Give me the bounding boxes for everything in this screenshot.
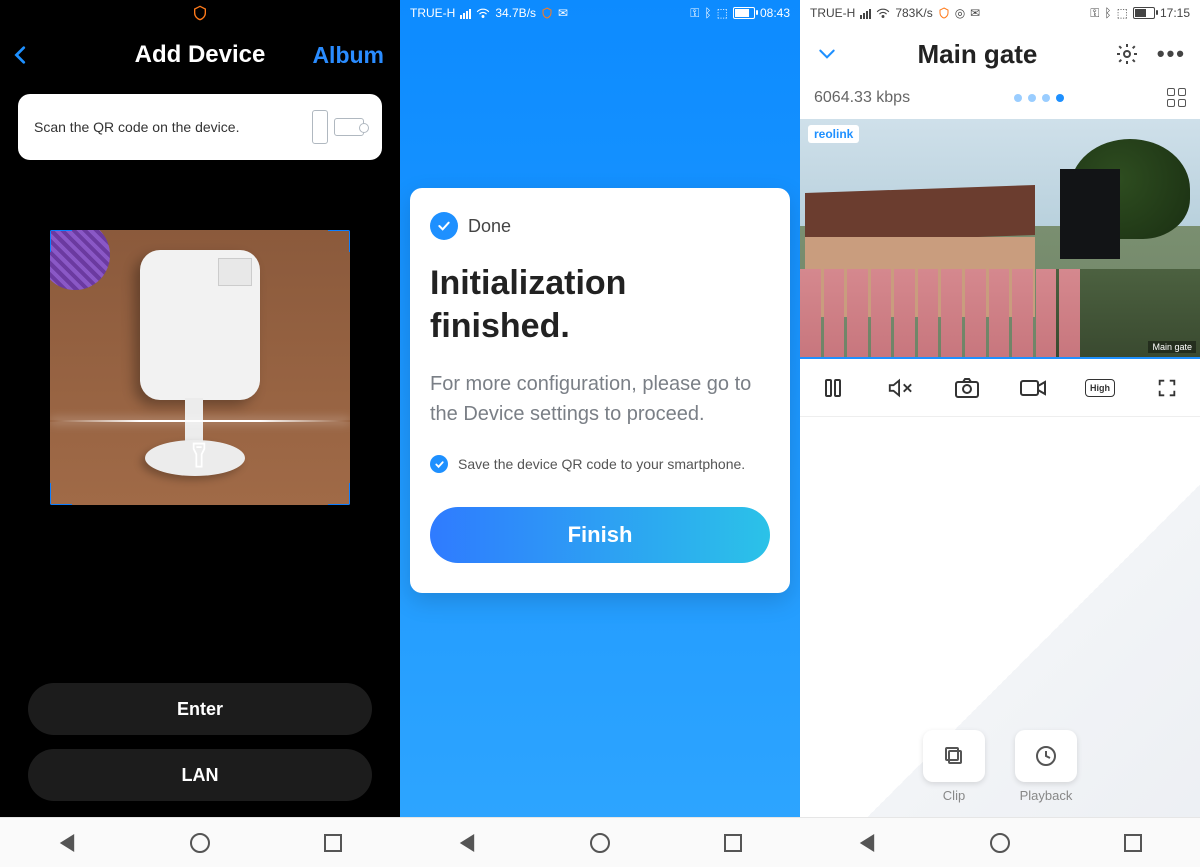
screen-add-device: Add Device Album Scan the QR code on the… bbox=[0, 0, 400, 867]
back-button[interactable] bbox=[814, 44, 840, 64]
nav-recent-button[interactable] bbox=[1103, 826, 1163, 860]
notif-icon: ✉ bbox=[558, 6, 568, 20]
battery-icon bbox=[1133, 7, 1155, 19]
flashlight-icon[interactable] bbox=[188, 440, 210, 472]
back-button[interactable] bbox=[10, 44, 32, 66]
status-bar: TRUE-H 34.7B/s ✉ ⚿ ᛒ ⬚ 08:43 bbox=[400, 0, 800, 26]
enter-button[interactable]: Enter bbox=[28, 683, 372, 735]
wifi-icon bbox=[476, 7, 490, 19]
clip-button[interactable] bbox=[923, 730, 985, 782]
data-rate: 34.7B/s bbox=[495, 6, 536, 20]
nav-home-button[interactable] bbox=[170, 826, 230, 860]
carrier-label: TRUE-H bbox=[810, 6, 855, 20]
notif-icon-2: ✉ bbox=[970, 6, 980, 20]
album-link[interactable]: Album bbox=[312, 42, 384, 69]
playback-button[interactable] bbox=[1015, 730, 1077, 782]
clock: 08:43 bbox=[760, 6, 790, 20]
nav-back-button[interactable] bbox=[437, 826, 497, 860]
notif-icon: ◎ bbox=[955, 6, 965, 20]
workspace-area: Clip Playback bbox=[800, 417, 1200, 867]
nav-back-button[interactable] bbox=[837, 826, 897, 860]
playback-label: Playback bbox=[1020, 788, 1073, 803]
signal-icon bbox=[460, 7, 471, 19]
video-toolbar: High bbox=[800, 359, 1200, 417]
nav-home-button[interactable] bbox=[570, 826, 630, 860]
android-nav-bar bbox=[800, 817, 1200, 867]
key-icon: ⚿ bbox=[690, 6, 699, 21]
page-dots bbox=[1014, 94, 1064, 102]
mute-button[interactable] bbox=[885, 373, 915, 403]
info-row: 6064.33 kbps bbox=[800, 82, 1200, 119]
status-bar: TRUE-H 783K/s ◎ ✉ ⚿ ᛒ ⬚ 17:15 bbox=[800, 0, 1200, 26]
more-button[interactable]: ••• bbox=[1157, 41, 1186, 67]
page-title: Add Device bbox=[135, 41, 266, 69]
shield-icon bbox=[192, 5, 208, 21]
fullscreen-button[interactable] bbox=[1152, 373, 1182, 403]
vibrate-icon: ⬚ bbox=[1117, 6, 1128, 20]
heading: Initialization finished. bbox=[430, 262, 770, 347]
finish-button[interactable]: Finish bbox=[430, 507, 770, 563]
vibrate-icon: ⬚ bbox=[717, 6, 728, 20]
bluetooth-icon: ᛒ bbox=[1104, 6, 1111, 20]
done-label: Done bbox=[468, 216, 511, 237]
subtitle: For more configuration, please go to the… bbox=[430, 369, 770, 429]
live-video[interactable]: reolink Main gate bbox=[800, 119, 1200, 359]
scan-line bbox=[50, 420, 350, 422]
key-icon: ⚿ bbox=[1090, 6, 1099, 21]
nav-recent-button[interactable] bbox=[703, 826, 763, 860]
nav-home-button[interactable] bbox=[970, 826, 1030, 860]
scan-hint-card: Scan the QR code on the device. bbox=[18, 94, 382, 160]
android-nav-bar bbox=[0, 817, 400, 867]
shield-icon bbox=[938, 7, 950, 19]
camera-preview bbox=[50, 230, 350, 505]
clock: 17:15 bbox=[1160, 6, 1190, 20]
bitrate-label: 6064.33 kbps bbox=[814, 89, 910, 107]
nav-recent-button[interactable] bbox=[303, 826, 363, 860]
record-button[interactable] bbox=[1018, 373, 1048, 403]
wifi-icon bbox=[876, 7, 890, 19]
save-qr-label: Save the device QR code to your smartpho… bbox=[458, 456, 745, 472]
shield-icon bbox=[541, 7, 553, 19]
scan-illustration bbox=[306, 108, 366, 146]
brand-watermark: reolink bbox=[808, 125, 859, 143]
save-qr-checkbox[interactable]: Save the device QR code to your smartpho… bbox=[430, 455, 770, 473]
clip-label: Clip bbox=[943, 788, 965, 803]
lan-button[interactable]: LAN bbox=[28, 749, 372, 801]
android-nav-bar bbox=[400, 817, 800, 867]
screen-init-finished: TRUE-H 34.7B/s ✉ ⚿ ᛒ ⬚ 08:43 Done bbox=[400, 0, 800, 867]
settings-button[interactable] bbox=[1115, 42, 1139, 66]
layout-grid-button[interactable] bbox=[1167, 88, 1186, 107]
snapshot-button[interactable] bbox=[952, 373, 982, 403]
carrier-label: TRUE-H bbox=[410, 6, 455, 20]
camera-name: Main gate bbox=[917, 39, 1037, 70]
completion-card: Done Initialization finished. For more c… bbox=[410, 188, 790, 593]
app-header: Add Device Album bbox=[0, 26, 400, 84]
qr-scan-viewport bbox=[0, 170, 400, 683]
quality-button[interactable]: High bbox=[1085, 379, 1115, 397]
video-label: Main gate bbox=[1148, 341, 1196, 353]
data-rate: 783K/s bbox=[895, 6, 932, 20]
status-bar bbox=[0, 0, 400, 26]
nav-back-button[interactable] bbox=[37, 826, 97, 860]
scan-hint-text: Scan the QR code on the device. bbox=[34, 119, 239, 135]
screen-live-view: TRUE-H 783K/s ◎ ✉ ⚿ ᛒ ⬚ 17:15 Main gate bbox=[800, 0, 1200, 867]
battery-icon bbox=[733, 7, 755, 19]
pause-button[interactable] bbox=[818, 373, 848, 403]
bluetooth-icon: ᛒ bbox=[704, 6, 711, 20]
check-icon bbox=[430, 212, 458, 240]
signal-icon bbox=[860, 7, 871, 19]
camera-header: Main gate ••• bbox=[800, 26, 1200, 82]
